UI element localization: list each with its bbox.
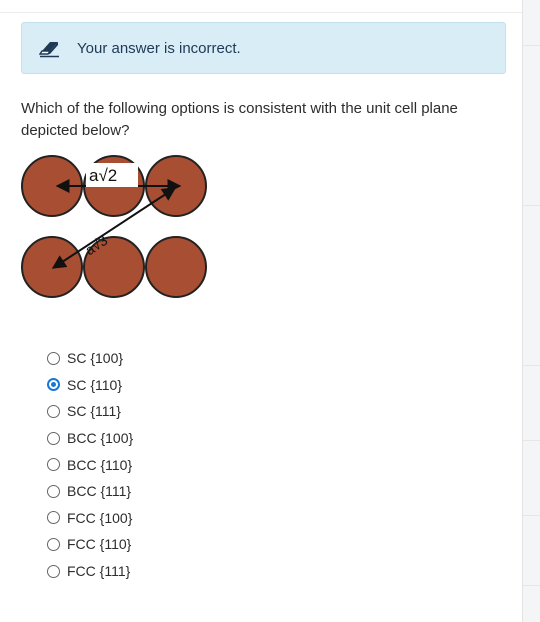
option-label: FCC {100} xyxy=(67,509,133,526)
question-text: Which of the following options is consis… xyxy=(21,100,458,139)
radio-button[interactable] xyxy=(47,351,60,365)
radio-button[interactable] xyxy=(47,537,60,551)
label-a-root2: a√2 xyxy=(89,166,117,185)
feedback-message: Your answer is incorrect. xyxy=(77,40,241,57)
option-sc-110[interactable]: SC {110} xyxy=(47,372,133,399)
option-bcc-111[interactable]: BCC {111} xyxy=(47,478,133,505)
option-label: BCC {111} xyxy=(67,483,132,500)
option-fcc-100[interactable]: FCC {100} xyxy=(47,505,133,532)
option-sc-100[interactable]: SC {100} xyxy=(47,345,133,372)
radio-button[interactable] xyxy=(47,404,60,418)
unit-cell-plane-diagram: a√2 a√3 xyxy=(21,155,207,298)
option-bcc-110[interactable]: BCC {110} xyxy=(47,451,133,478)
radio-button[interactable] xyxy=(47,458,60,472)
option-fcc-110[interactable]: FCC {110} xyxy=(47,531,133,558)
option-label: SC {111} xyxy=(67,403,121,420)
option-sc-111[interactable]: SC {111} xyxy=(47,398,133,425)
answer-options: SC {100} SC {110} SC {111} BCC {100} BCC… xyxy=(47,345,133,584)
feedback-banner: Your answer is incorrect. xyxy=(21,22,506,74)
divider xyxy=(0,12,522,13)
radio-button[interactable] xyxy=(47,564,60,578)
option-label: FCC {111} xyxy=(67,563,131,580)
option-label: SC {110} xyxy=(67,376,123,393)
radio-button[interactable] xyxy=(47,378,60,392)
radio-button[interactable] xyxy=(47,431,60,445)
question-card: Your answer is incorrect. Which of the f… xyxy=(0,0,523,622)
atom xyxy=(145,236,207,298)
option-fcc-111[interactable]: FCC {111} xyxy=(47,558,133,585)
atom xyxy=(21,236,83,298)
radio-button[interactable] xyxy=(47,484,60,498)
option-label: BCC {110} xyxy=(67,456,133,473)
radio-button[interactable] xyxy=(47,511,60,525)
option-label: BCC {100} xyxy=(67,430,134,447)
option-bcc-100[interactable]: BCC {100} xyxy=(47,425,133,452)
eraser-icon xyxy=(39,42,59,58)
option-label: SC {100} xyxy=(67,350,124,367)
option-label: FCC {110} xyxy=(67,536,132,553)
